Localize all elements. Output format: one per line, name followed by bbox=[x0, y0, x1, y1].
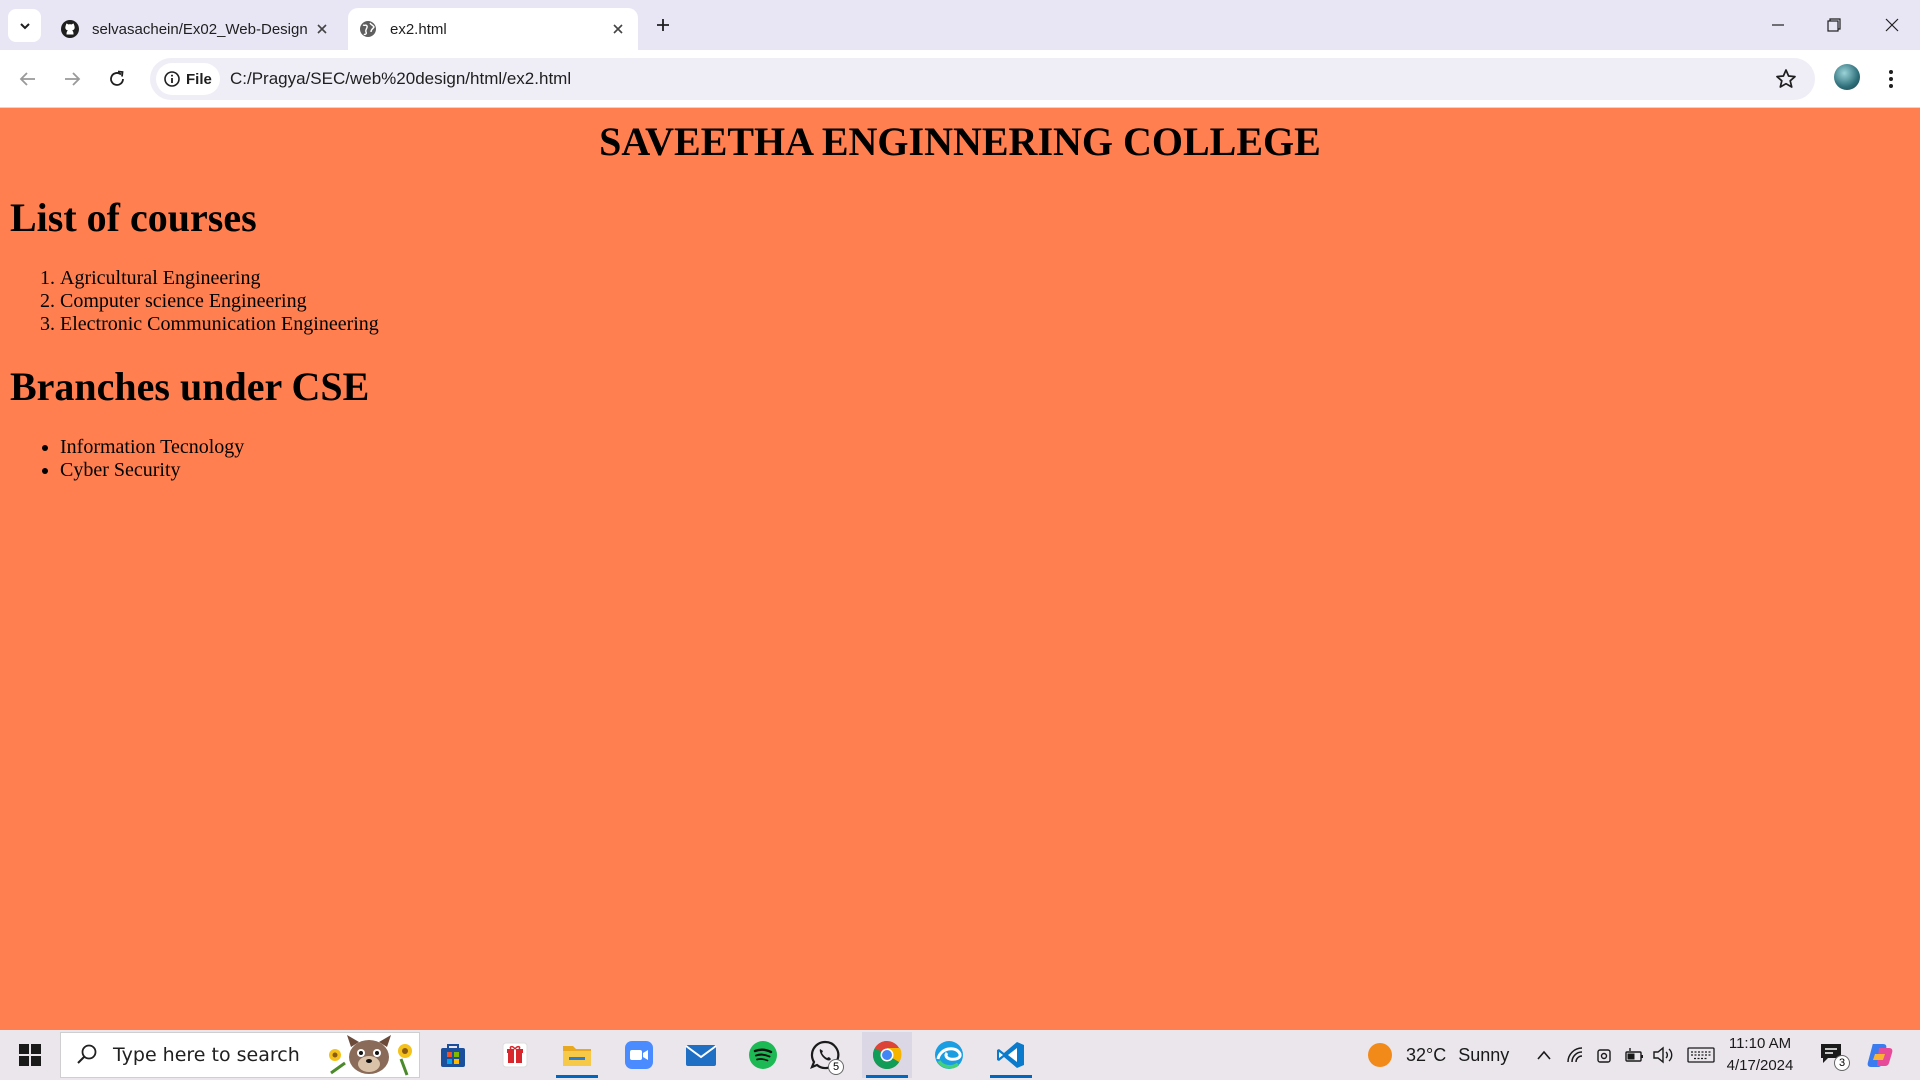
list-item: Cyber Security bbox=[60, 459, 244, 482]
microsoft-store-icon bbox=[441, 1044, 465, 1067]
weather-condition: Sunny bbox=[1458, 1044, 1510, 1065]
list-item: Electronic Communication Engineering bbox=[60, 313, 379, 336]
browser-menu-button[interactable] bbox=[1878, 64, 1904, 94]
keyboard-tray-button[interactable] bbox=[1686, 1043, 1716, 1067]
battery-tray-button[interactable] bbox=[1622, 1043, 1646, 1067]
close-window-button[interactable] bbox=[1864, 0, 1920, 50]
tab-title: selvasachein/Ex02_Web-Design bbox=[92, 20, 308, 38]
courses-heading: List of courses bbox=[10, 195, 257, 240]
reload-icon bbox=[110, 70, 124, 86]
restore-button[interactable] bbox=[1806, 0, 1862, 50]
vscode-icon bbox=[997, 1042, 1024, 1068]
taskbar-search-box[interactable]: Type here to search bbox=[60, 1032, 420, 1078]
folder-icon bbox=[563, 1046, 591, 1066]
taskbar-chrome-app[interactable] bbox=[862, 1032, 912, 1078]
weather-temperature: 32°C bbox=[1406, 1044, 1447, 1065]
minimize-icon bbox=[1772, 24, 1784, 26]
branches-heading: Branches under CSE bbox=[10, 364, 370, 409]
globe-icon bbox=[358, 19, 378, 39]
show-hidden-icons-button[interactable] bbox=[1532, 1043, 1556, 1067]
keyboard-icon bbox=[1687, 1047, 1715, 1063]
profile-avatar[interactable] bbox=[1834, 64, 1860, 90]
video-camera-icon bbox=[625, 1041, 653, 1069]
bookmark-star-icon[interactable] bbox=[1775, 68, 1797, 90]
search-highlight-icon[interactable] bbox=[321, 1033, 417, 1079]
github-icon bbox=[60, 19, 80, 39]
tab-github[interactable]: selvasachein/Ex02_Web-Design bbox=[50, 8, 342, 50]
list-item: Information Tecnology bbox=[60, 436, 244, 459]
sun-icon bbox=[1368, 1043, 1392, 1067]
plus-icon bbox=[657, 19, 669, 31]
chevron-up-icon bbox=[1537, 1050, 1551, 1060]
site-info-label: File bbox=[186, 70, 212, 88]
clock-time: 11:10 AM bbox=[1728, 1035, 1792, 1052]
new-tab-button[interactable] bbox=[650, 12, 676, 38]
taskbar-gift-app[interactable] bbox=[490, 1032, 540, 1078]
spotify-icon bbox=[749, 1041, 777, 1069]
more-vertical-icon bbox=[1889, 70, 1893, 88]
back-button[interactable] bbox=[12, 63, 44, 95]
taskbar-whatsapp-app[interactable]: 5 bbox=[800, 1032, 850, 1078]
list-item: Agricultural Engineering bbox=[60, 267, 379, 290]
forward-button[interactable] bbox=[56, 63, 88, 95]
chrome-icon bbox=[873, 1041, 902, 1069]
college-title: SAVEETHA ENGINNERING COLLEGE bbox=[599, 119, 1321, 164]
reload-button[interactable] bbox=[101, 63, 133, 95]
tab-strip: selvasachein/Ex02_Web-Design ex2.html bbox=[0, 0, 1920, 50]
browser-toolbar: File C:/Pragya/SEC/web%20design/html/ex2… bbox=[0, 50, 1920, 108]
edge-icon bbox=[935, 1041, 963, 1069]
weather-widget[interactable]: 32°C Sunny bbox=[1368, 1030, 1509, 1080]
taskbar-file-explorer[interactable] bbox=[552, 1032, 602, 1078]
address-bar[interactable]: File C:/Pragya/SEC/web%20design/html/ex2… bbox=[150, 58, 1815, 100]
close-icon bbox=[1885, 18, 1899, 32]
info-icon bbox=[164, 71, 180, 87]
notification-count-badge: 3 bbox=[1834, 1055, 1850, 1071]
speaker-icon bbox=[1653, 1046, 1673, 1064]
arrow-right-icon bbox=[65, 72, 81, 86]
taskbar-mail-app[interactable] bbox=[676, 1032, 726, 1078]
restore-icon bbox=[1827, 18, 1841, 32]
taskbar-vscode-app[interactable] bbox=[986, 1032, 1036, 1078]
web-page: SAVEETHA ENGINNERING COLLEGE List of cou… bbox=[0, 108, 1920, 1030]
arrow-left-icon bbox=[19, 72, 35, 86]
site-info-chip[interactable]: File bbox=[156, 63, 220, 95]
wifi-icon bbox=[1567, 1047, 1583, 1063]
whatsapp-unread-badge: 5 bbox=[828, 1059, 844, 1075]
tab-title: ex2.html bbox=[390, 20, 447, 38]
taskbar-spotify-app[interactable] bbox=[738, 1032, 788, 1078]
branches-list: Information Tecnology Cyber Security bbox=[60, 436, 244, 482]
gift-icon bbox=[502, 1042, 528, 1068]
close-tab-icon[interactable] bbox=[606, 17, 630, 41]
courses-list: Agricultural Engineering Computer scienc… bbox=[60, 267, 379, 336]
search-placeholder: Type here to search bbox=[113, 1044, 300, 1066]
start-button[interactable] bbox=[10, 1035, 50, 1075]
windows-icon bbox=[19, 1044, 41, 1066]
copilot-button[interactable] bbox=[1864, 1039, 1896, 1071]
taskbar: Type here to search 5 32°C Sunny 11:10 A… bbox=[0, 1030, 1920, 1080]
url-text[interactable]: C:/Pragya/SEC/web%20design/html/ex2.html bbox=[230, 58, 571, 100]
close-tab-icon[interactable] bbox=[310, 17, 334, 41]
mail-icon bbox=[685, 1045, 717, 1066]
taskbar-zoom-app[interactable] bbox=[614, 1032, 664, 1078]
search-icon bbox=[77, 1044, 97, 1064]
battery-icon bbox=[1625, 1048, 1643, 1062]
camera-tray-button[interactable] bbox=[1593, 1043, 1617, 1067]
tab-ex2[interactable]: ex2.html bbox=[348, 8, 638, 50]
taskbar-clock[interactable]: 11:10 AM 4/17/2024 bbox=[1720, 1033, 1800, 1077]
taskbar-store-app[interactable] bbox=[428, 1032, 478, 1078]
camera-icon bbox=[1597, 1049, 1611, 1063]
network-tray-button[interactable] bbox=[1564, 1043, 1588, 1067]
taskbar-edge-app[interactable] bbox=[924, 1032, 974, 1078]
chevron-down-icon bbox=[19, 22, 30, 29]
tab-search-button[interactable] bbox=[8, 9, 41, 42]
list-item: Computer science Engineering bbox=[60, 290, 379, 313]
notifications-button[interactable]: 3 bbox=[1818, 1041, 1850, 1071]
minimize-button[interactable] bbox=[1750, 0, 1806, 50]
copilot-icon bbox=[1867, 1044, 1893, 1067]
clock-date: 4/17/2024 bbox=[1726, 1057, 1794, 1074]
volume-tray-button[interactable] bbox=[1651, 1043, 1675, 1067]
